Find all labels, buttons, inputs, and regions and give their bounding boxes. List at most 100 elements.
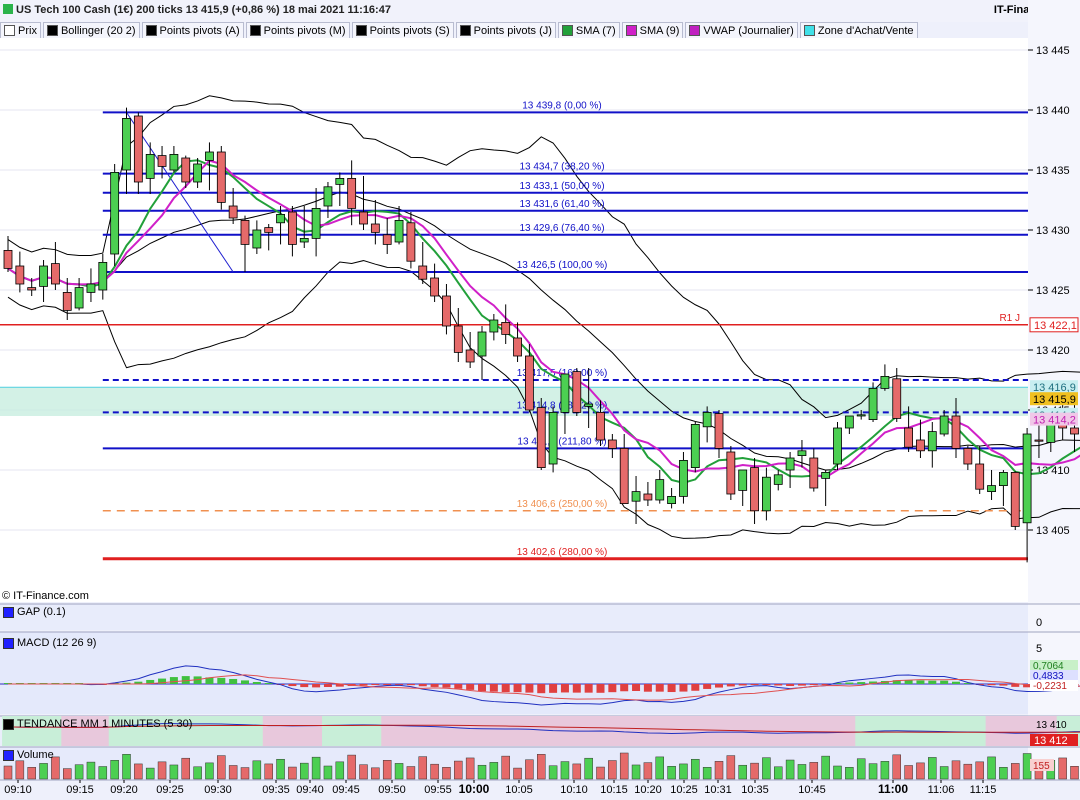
tendance-zone [713, 716, 726, 746]
candle-body [1010, 471, 1020, 527]
macd-histogram-bar [312, 684, 321, 688]
pivot-price-label: 13 422,1 [1034, 320, 1077, 332]
x-tick-label: 11:06 [928, 784, 955, 796]
x-tick-label: 09:10 [4, 784, 32, 796]
volume-bar [726, 755, 736, 780]
candlestick-chart[interactable]: 13 40513 41013 41513 42013 42513 43013 4… [0, 0, 1080, 800]
y-tick-label: 13 435 [1036, 165, 1070, 177]
volume-bar [584, 757, 593, 780]
fibonacci-level-label: 13 434,7 (38,20 %) [519, 162, 604, 173]
volume-bar [442, 767, 451, 780]
macd-histogram-bar [679, 684, 688, 692]
tendance-value-label: 13 412 [1034, 735, 1068, 747]
candle-body [442, 295, 451, 327]
volume-bar [833, 765, 842, 780]
macd-histogram-bar [489, 684, 498, 692]
volume-bar [631, 764, 641, 780]
candle-body [762, 476, 771, 512]
tendance-zone [322, 716, 335, 746]
price-tag-label: 13 415,9 [1033, 394, 1076, 406]
tendance-label-text: TENDANCE MM 1 MINUTES (5 30) [17, 718, 193, 730]
volume-bar [27, 767, 36, 780]
candle-body [51, 263, 60, 285]
x-tick-label: 10:35 [741, 784, 769, 796]
tendance-zone [310, 716, 323, 746]
tendance-zone [286, 716, 299, 746]
macd-histogram-bar [288, 684, 297, 687]
macd-histogram-bar [525, 684, 534, 693]
volume-bar [987, 756, 996, 780]
candle-body [145, 153, 155, 179]
volume-bar [596, 766, 605, 780]
tendance-zone [203, 716, 216, 746]
volume-bar [311, 756, 321, 780]
volume-bar [750, 762, 759, 780]
volume-bar [513, 767, 522, 780]
tendance-zone [831, 716, 844, 746]
macd-histogram-bar [786, 684, 795, 687]
x-tick-label: 10:05 [505, 784, 533, 796]
macd-histogram-bar [501, 684, 510, 693]
candle-body [904, 427, 913, 448]
tendance-zone [985, 716, 998, 746]
x-tick-label: 11:00 [878, 782, 908, 796]
tendance-zone [843, 716, 856, 746]
tendance-zone [250, 716, 264, 746]
volume-bar [655, 756, 664, 780]
volume-bar [975, 761, 984, 780]
candle-body [773, 474, 783, 485]
tendance-zone [440, 716, 453, 746]
x-tick-label: 11:15 [970, 784, 997, 796]
tendance-zone [950, 716, 963, 746]
volume-bar [1058, 757, 1067, 780]
candle [216, 146, 226, 210]
candle-body [844, 415, 854, 429]
tendance-zone [357, 716, 370, 746]
tendance-zone [393, 716, 406, 746]
tendance-tick-label: 13 410 [1036, 720, 1067, 731]
candle-body [382, 234, 392, 245]
y-tick-label: 13 430 [1036, 225, 1070, 237]
macd-histogram-bar [655, 684, 664, 692]
tendance-zone [819, 716, 833, 746]
macd-histogram-bar [560, 684, 569, 693]
candle-body [631, 491, 641, 502]
candle-body [1034, 439, 1044, 442]
tendance-zone [665, 716, 679, 746]
tendance-zone [428, 716, 442, 746]
macd-histogram-bar [217, 677, 226, 684]
volume-bar [501, 755, 510, 780]
volume-bar [217, 755, 226, 780]
macd-histogram-bar [762, 684, 771, 685]
volume-bar [525, 759, 534, 780]
volume-bar [548, 765, 558, 780]
tendance-zone [298, 716, 311, 746]
y-tick-label: 13 425 [1036, 285, 1070, 297]
volume-bar [359, 764, 368, 780]
tendance-zone [961, 716, 975, 746]
candle-body [299, 237, 309, 243]
candle-body [572, 371, 582, 413]
candle [690, 422, 700, 473]
candle-body [607, 439, 617, 449]
candle-body [240, 219, 250, 245]
candle-body [738, 469, 748, 491]
volume-bar [702, 767, 712, 780]
volume-bar [252, 760, 262, 780]
gap-swatch-icon [3, 606, 14, 618]
x-tick-label: 09:15 [66, 784, 94, 796]
tendance-zone [677, 716, 690, 746]
macd-tick-label: 5 [1036, 643, 1042, 655]
volume-bar [347, 754, 356, 780]
macd-histogram-bar [643, 684, 652, 692]
candle-body [726, 451, 736, 495]
pivot-r1-label: R1 J [999, 313, 1020, 324]
candle-body [122, 118, 131, 171]
candle-body [98, 261, 108, 291]
y-tick-label: 13 440 [1036, 105, 1070, 117]
candle [1010, 471, 1020, 530]
volume-swatch-icon [3, 749, 14, 761]
macd-histogram-bar [1011, 684, 1020, 687]
candle [110, 164, 120, 266]
tendance-zone [807, 716, 821, 746]
